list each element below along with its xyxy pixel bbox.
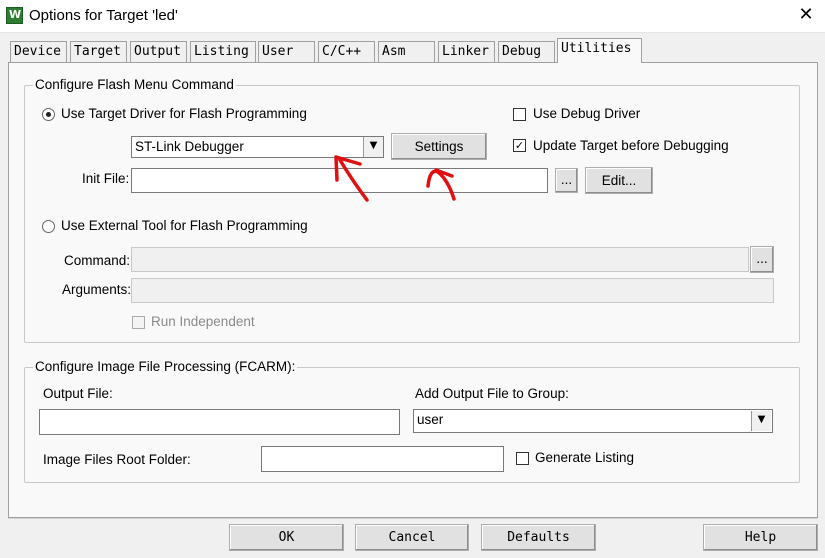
annotation-arrow-settings xyxy=(426,168,456,201)
tab-utilities[interactable]: Utilities xyxy=(557,38,642,63)
annotation-overlay xyxy=(334,155,456,202)
annotation-arrow-driver xyxy=(334,155,369,202)
